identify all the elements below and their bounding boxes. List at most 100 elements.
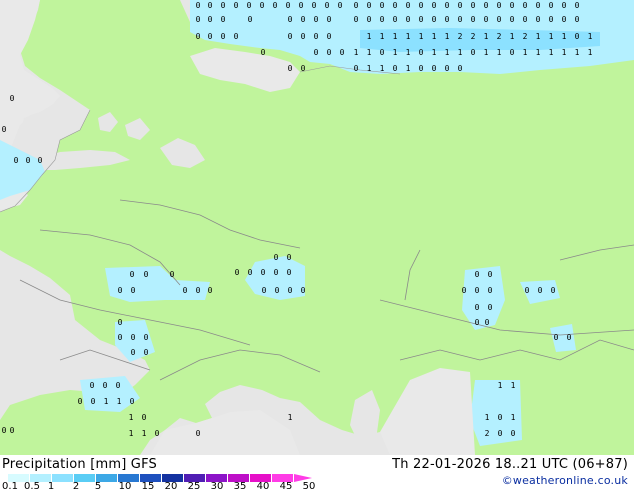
legend-tick-label: 30	[210, 481, 224, 492]
precip-value-marker: 0	[155, 429, 160, 438]
precip-value-marker: 1	[588, 32, 593, 41]
precip-value-marker: 0	[475, 318, 480, 327]
precip-value-marker: 0	[538, 286, 543, 295]
legend-tick-label: 0.5	[24, 481, 40, 492]
precip-value-marker: 0	[131, 348, 136, 357]
precip-value-marker: 0	[234, 32, 239, 41]
legend-tick-label: 5	[94, 481, 102, 492]
precip-value-marker: 0	[314, 15, 319, 24]
valid-time: Th 22-01-2026 18..21 UTC (06+87)	[392, 457, 628, 472]
precip-value-marker: 1	[129, 429, 134, 438]
precip-value-marker: 0	[475, 286, 480, 295]
precip-value-marker: 1	[549, 48, 554, 57]
precip-value-marker: 1	[498, 381, 503, 390]
precip-value-marker: 0	[260, 1, 265, 10]
precip-value-marker: 0	[551, 286, 556, 295]
precip-value-marker: 1	[406, 32, 411, 41]
credit-link[interactable]: ©weatheronline.co.uk	[502, 474, 628, 487]
precip-value-marker: 1	[484, 32, 489, 41]
precip-value-marker: 0	[131, 333, 136, 342]
precip-value-marker: 1	[419, 32, 424, 41]
precip-value-marker: 0	[274, 253, 279, 262]
precip-value-marker: 1	[406, 64, 411, 73]
legend-tick-label: 0.1	[2, 481, 18, 492]
precip-value-marker: 0	[562, 1, 567, 10]
precip-value-marker: 0	[458, 15, 463, 24]
precip-value-marker: 0	[327, 15, 332, 24]
precip-value-marker: 0	[406, 1, 411, 10]
precip-value-marker: 0	[510, 1, 515, 10]
precip-value-marker: 1	[142, 429, 147, 438]
precip-value-marker: 0	[288, 32, 293, 41]
precip-value-marker: 0	[183, 286, 188, 295]
precip-value-marker: 1	[354, 48, 359, 57]
precip-value-marker: 0	[484, 15, 489, 24]
precip-value-marker: 0	[196, 15, 201, 24]
precip-value-marker: 0	[301, 32, 306, 41]
precip-value-marker: 0	[299, 1, 304, 10]
precip-value-marker: 0	[562, 15, 567, 24]
precip-value-marker: 0	[575, 1, 580, 10]
precip-value-marker: 0	[432, 1, 437, 10]
product-title: Precipitation [mm] GFS	[2, 457, 157, 472]
precip-value-marker: 1	[380, 32, 385, 41]
precipitation-map[interactable]: 0 0 0 0 0 0 0 0 0 0 0 0 0 0 0 0 0 0 0 0 0 0 0 0 0 0 0 0 0 00 0 0 0 0 0 0 0 0 0…	[0, 0, 634, 455]
precip-value-marker: 0	[288, 286, 293, 295]
precip-value-marker: 0	[419, 48, 424, 57]
precip-value-marker: 0	[274, 268, 279, 277]
precip-value-marker: 0	[273, 1, 278, 10]
precip-value-marker: 1	[288, 413, 293, 422]
precip-value-marker: 0	[196, 32, 201, 41]
precip-value-marker: 0	[510, 15, 515, 24]
precip-value-marker: 0	[288, 15, 293, 24]
precip-value-marker: 0	[301, 15, 306, 24]
precip-value-marker: 0	[393, 1, 398, 10]
precip-value-marker: 0	[497, 1, 502, 10]
precip-value-marker: 0	[471, 48, 476, 57]
precip-value-marker: 0	[131, 286, 136, 295]
precip-value-marker: 0	[2, 426, 7, 435]
precip-value-marker: 0	[248, 15, 253, 24]
precip-value-marker: 0	[485, 318, 490, 327]
precip-value-marker: 0	[325, 1, 330, 10]
precip-value-marker: 0	[208, 32, 213, 41]
precip-value-marker: 0	[10, 426, 15, 435]
precip-value-marker: 0	[248, 268, 253, 277]
precip-value-marker: 0	[118, 333, 123, 342]
precip-value-marker: 0	[287, 268, 292, 277]
precip-value-marker: 0	[393, 64, 398, 73]
precip-value-marker: 1	[406, 48, 411, 57]
legend-tick-label: 10	[118, 481, 132, 492]
precip-value-marker: 0	[523, 15, 528, 24]
precip-value-marker: 0	[90, 381, 95, 390]
precip-value-marker: 1	[523, 48, 528, 57]
precip-value-marker: 0	[144, 348, 149, 357]
precip-value-marker: 0	[484, 1, 489, 10]
precip-value-marker: 1	[393, 32, 398, 41]
precip-value-marker: 0	[554, 333, 559, 342]
legend-tick-label: 50	[302, 481, 316, 492]
precip-value-marker: 0	[471, 15, 476, 24]
precip-value-marker: 0	[312, 1, 317, 10]
precip-value-marker: 0	[170, 270, 175, 279]
legend-tick-label: 1	[47, 481, 55, 492]
precip-value-marker: 1	[511, 413, 516, 422]
precip-value-marker: 0	[510, 48, 515, 57]
precip-value-marker: 1	[588, 48, 593, 57]
precip-value-marker: 0	[262, 286, 267, 295]
precip-value-marker: 0	[419, 64, 424, 73]
precip-value-marker: 1	[549, 32, 554, 41]
precip-value-marker: 1	[445, 32, 450, 41]
precip-value-marker: 1	[484, 48, 489, 57]
precip-value-marker: 2	[523, 32, 528, 41]
precip-value-marker: 0	[116, 381, 121, 390]
precip-value-marker: 1	[510, 32, 515, 41]
precip-value-marker: 1	[432, 32, 437, 41]
precip-value-marker: 0	[488, 303, 493, 312]
precip-value-marker: 1	[367, 32, 372, 41]
precip-value-marker: 1	[458, 48, 463, 57]
precip-value-marker: 0	[475, 303, 480, 312]
precip-value-marker: 0	[380, 1, 385, 10]
precip-value-marker: 0	[367, 1, 372, 10]
legend-tick-label: 25	[187, 481, 201, 492]
